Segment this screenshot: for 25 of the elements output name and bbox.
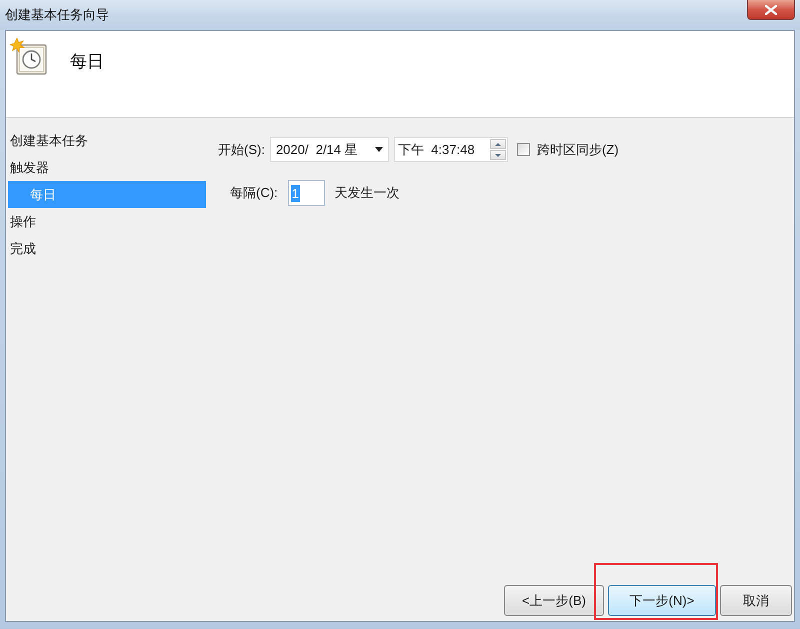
date-picker[interactable]: 2020/ 2/14 星	[270, 137, 389, 162]
selected-text: 1	[290, 184, 300, 202]
nav-item[interactable]: 创建基本任务	[8, 127, 206, 154]
sync-time-zones-label[interactable]: 跨时区同步(Z)	[536, 140, 619, 160]
wizard-button[interactable]: 下一步(N)>	[608, 585, 716, 616]
wizard-button[interactable]: 取消	[720, 585, 792, 616]
page-title: 每日	[70, 52, 104, 72]
checkbox[interactable]	[516, 143, 530, 156]
close-icon	[765, 4, 777, 14]
window-title: 创建基本任务向导	[5, 7, 109, 23]
start-label: 开始(S):	[218, 140, 265, 159]
nav-item[interactable]: 完成	[8, 235, 206, 262]
caret-down-icon	[494, 154, 501, 156]
caret-down-icon	[374, 147, 383, 152]
recur-label: 每隔(C):	[230, 184, 278, 202]
nav-item[interactable]: 触发器	[8, 154, 206, 181]
close-button[interactable]	[747, 0, 795, 20]
spin-up-button[interactable]	[490, 139, 506, 149]
time-field[interactable]: 下午 4:37:48	[394, 137, 508, 162]
recur-suffix: 天发生一次	[334, 184, 400, 202]
nav-item[interactable]: 操作	[8, 208, 206, 235]
caret-up-icon	[494, 142, 501, 146]
wizard-button[interactable]: <上一步(B)	[504, 585, 604, 616]
calendar-clock-icon	[10, 38, 48, 76]
spin-down-button[interactable]	[490, 150, 506, 160]
